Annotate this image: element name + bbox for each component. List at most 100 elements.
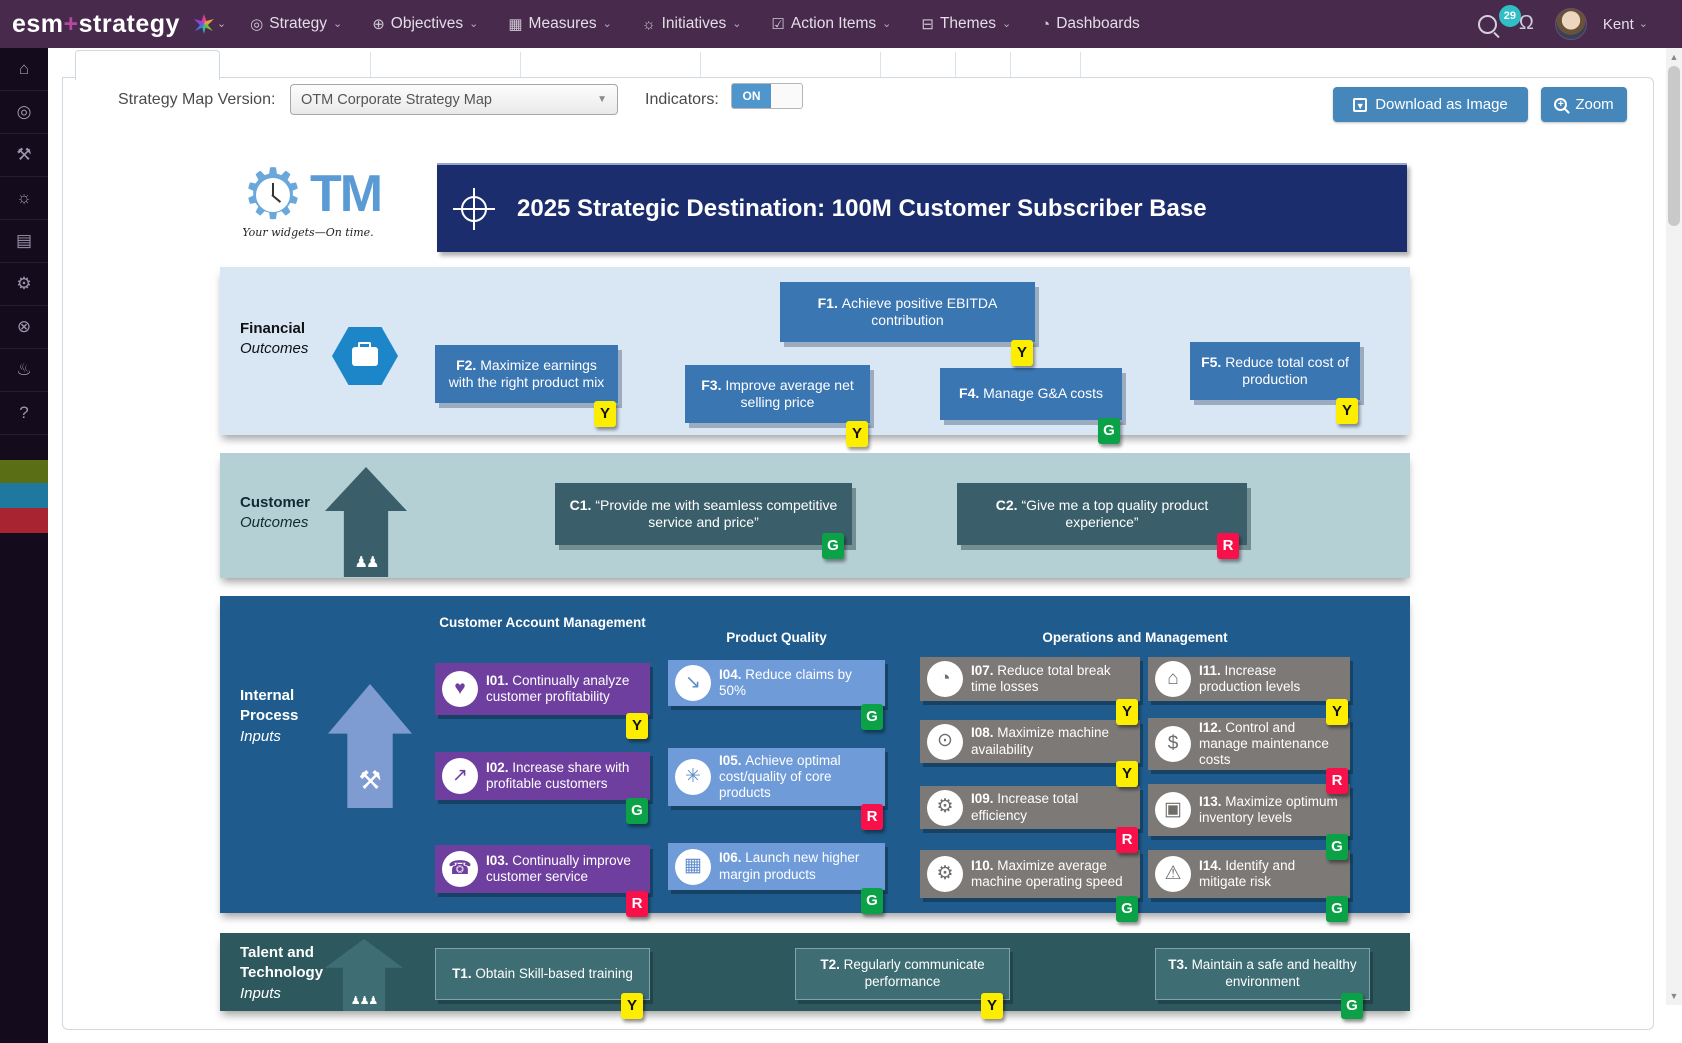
lightbulb-icon: ☼ xyxy=(642,17,656,32)
indicators-toggle[interactable]: ON xyxy=(731,83,803,109)
tab-divider xyxy=(370,52,371,77)
sidebar-item-home[interactable]: ⌂ xyxy=(0,48,48,91)
objective-i08[interactable]: ⊙I08. Maximize machine availabilityY xyxy=(920,720,1140,763)
column-header-operations-and-management: Operations and Management xyxy=(920,629,1350,647)
gear-wrench-icon: ⚙ xyxy=(927,790,963,826)
lock-icon: ⚠ xyxy=(1155,856,1191,892)
sidebar-item-admin[interactable]: ⊗ xyxy=(0,306,48,349)
objective-i14[interactable]: ⚠I14. Identify and mitigate riskG xyxy=(1148,850,1350,898)
menu-dashboards[interactable]: ◔Dashboards xyxy=(1041,15,1140,33)
tab-strategy-map[interactable] xyxy=(75,50,220,80)
zoom-button[interactable]: + Zoom xyxy=(1541,87,1627,122)
status-indicator-R: R xyxy=(1217,533,1239,559)
objective-i11[interactable]: ⌂I11. Increase production levelsY xyxy=(1148,657,1350,701)
financial-perspective-band: Financial Outcomes F1. Achieve positive … xyxy=(220,267,1410,435)
top-navbar: esm+strategy ⌄ ◎Strategy⌄ ⊕Objectives⌄ ▦… xyxy=(0,0,1682,48)
menu-objectives[interactable]: ⊕Objectives⌄ xyxy=(372,15,478,33)
menu-strategy[interactable]: ◎Strategy⌄ xyxy=(250,15,342,33)
sidebar-item-initiatives[interactable]: ☼ xyxy=(0,177,48,220)
gears-icon: ⚙ xyxy=(927,856,963,892)
perspective-label-internal-process: Internal Process Inputs xyxy=(240,686,320,747)
scroll-down-arrow-icon[interactable]: ▼ xyxy=(1666,988,1682,1004)
lightbulb-icon: ☼ xyxy=(16,188,32,208)
column-header-product-quality: Product Quality xyxy=(668,629,885,647)
avatar[interactable] xyxy=(1555,8,1587,40)
gear-icon: ⚙ xyxy=(16,274,31,294)
download-as-image-button[interactable]: ▼ Download as Image xyxy=(1333,87,1528,122)
objective-f2[interactable]: F2. Maximize earnings with the right pro… xyxy=(435,345,618,403)
notifications-bell[interactable]: 29 Ω xyxy=(1513,11,1539,37)
perspective-label-talent-technology: Talent and Technology Inputs xyxy=(240,943,350,1004)
status-indicator-G: G xyxy=(1341,993,1363,1019)
home-icon: ⌂ xyxy=(19,59,29,79)
objective-t1[interactable]: T1. Obtain Skill-based trainingY xyxy=(435,948,650,1000)
objective-i04[interactable]: ↘I04. Reduce claims by 50%G xyxy=(668,660,885,706)
sidebar-item-help[interactable]: ? xyxy=(0,392,48,435)
objective-i07[interactable]: ◔I07. Reduce total break time lossesY xyxy=(920,657,1140,701)
chevron-down-icon: ⌄ xyxy=(1639,19,1648,30)
objective-i13[interactable]: ▣I13. Maximize optimum inventory levelsG xyxy=(1148,784,1350,836)
sidebar-stripe-blue xyxy=(0,483,48,508)
menu-initiatives[interactable]: ☼Initiatives⌄ xyxy=(642,15,742,33)
status-indicator-Y: Y xyxy=(621,993,643,1019)
factory-icon: ⌂ xyxy=(1155,661,1191,697)
menu-themes[interactable]: ⊟Themes⌄ xyxy=(921,15,1011,33)
objective-i09[interactable]: ⚙I09. Increase total efficiencyR xyxy=(920,786,1140,829)
document-icon: ▤ xyxy=(16,231,32,251)
objective-i01[interactable]: ♥I01. Continually analyze customer profi… xyxy=(435,663,650,715)
column-header-customer-account-management: Customer Account Management xyxy=(435,614,650,632)
strategic-destination-banner: 2025 Strategic Destination: 100M Custome… xyxy=(437,163,1407,252)
chevron-down-icon: ⌄ xyxy=(603,19,612,30)
sidebar-stripe-red xyxy=(0,508,48,533)
objective-i06[interactable]: ▦I06. Launch new higher margin productsG xyxy=(668,843,885,890)
chevron-down-icon: ⌄ xyxy=(217,19,226,30)
sidebar-item-tools[interactable]: ⚒ xyxy=(0,134,48,177)
tab-divider xyxy=(955,52,956,77)
status-indicator-Y: Y xyxy=(1011,340,1033,366)
objective-i02[interactable]: ↗I02. Increase share with profitable cus… xyxy=(435,752,650,800)
objective-t2[interactable]: T2. Regularly communicate performanceY xyxy=(795,948,1010,1000)
user-menu[interactable]: Kent⌄ xyxy=(1603,16,1648,33)
objective-f1[interactable]: F1. Achieve positive EBITDA contribution… xyxy=(780,282,1035,342)
objective-c1[interactable]: C1. “Provide me with seamless competitiv… xyxy=(555,483,852,545)
objective-i05[interactable]: ✳I05. Achieve optimal cost/quality of co… xyxy=(668,748,885,806)
chevron-down-icon: ⌄ xyxy=(1002,19,1011,30)
status-indicator-Y: Y xyxy=(626,713,648,739)
objective-f5[interactable]: F5. Reduce total cost of productionY xyxy=(1190,342,1360,400)
status-indicator-R: R xyxy=(1116,827,1138,853)
sidebar-item-reports[interactable]: ▤ xyxy=(0,220,48,263)
scrollbar-thumb[interactable] xyxy=(1668,66,1680,226)
objective-f4[interactable]: F4. Manage G&A costsG xyxy=(940,368,1122,420)
objective-i10[interactable]: ⚙I10. Maximize average machine operating… xyxy=(920,850,1140,898)
menu-action-items[interactable]: ☑Action Items⌄ xyxy=(771,15,891,33)
tab-divider xyxy=(520,52,521,77)
search-icon[interactable] xyxy=(1478,15,1497,34)
objective-t3[interactable]: T3. Maintain a safe and healthy environm… xyxy=(1155,948,1370,1000)
sidebar-item-activity[interactable]: ♨ xyxy=(0,349,48,392)
status-indicator-G: G xyxy=(1326,834,1348,860)
main-menu: ◎Strategy⌄ ⊕Objectives⌄ ▦Measures⌄ ☼Init… xyxy=(250,15,1170,33)
dollar-icon: $ xyxy=(1155,726,1191,762)
checkbox-icon: ☑ xyxy=(771,17,784,32)
vertical-scrollbar[interactable]: ▲ ▼ xyxy=(1666,48,1682,1005)
sidebar-item-explore[interactable]: ◎ xyxy=(0,91,48,134)
objective-f3[interactable]: F3. Improve average net selling priceY xyxy=(685,365,870,423)
scroll-up-arrow-icon[interactable]: ▲ xyxy=(1666,49,1682,65)
status-indicator-R: R xyxy=(861,804,883,830)
handshake-icon: ☎ xyxy=(442,851,478,887)
objective-c2[interactable]: C2. “Give me a top quality product exper… xyxy=(957,483,1247,545)
status-indicator-R: R xyxy=(626,891,648,917)
tab-divider xyxy=(880,52,881,77)
objective-i03[interactable]: ☎I03. Continually improve customer servi… xyxy=(435,845,650,893)
sidebar-item-settings[interactable]: ⚙ xyxy=(0,263,48,306)
objective-i12[interactable]: $I12. Control and manage maintenance cos… xyxy=(1148,718,1350,770)
status-indicator-G: G xyxy=(861,704,883,730)
version-select[interactable]: OTM Corporate Strategy Map ▼ xyxy=(290,84,618,115)
workspace-switcher[interactable]: ⌄ xyxy=(194,14,226,34)
status-indicator-R: R xyxy=(1326,768,1348,794)
shield-x-icon: ⊗ xyxy=(17,317,31,337)
menu-measures[interactable]: ▦Measures⌄ xyxy=(508,15,611,33)
zoom-magnifier-icon: + xyxy=(1554,98,1567,111)
notification-count-badge: 29 xyxy=(1499,5,1521,27)
app-logo[interactable]: esm+strategy xyxy=(12,10,180,39)
